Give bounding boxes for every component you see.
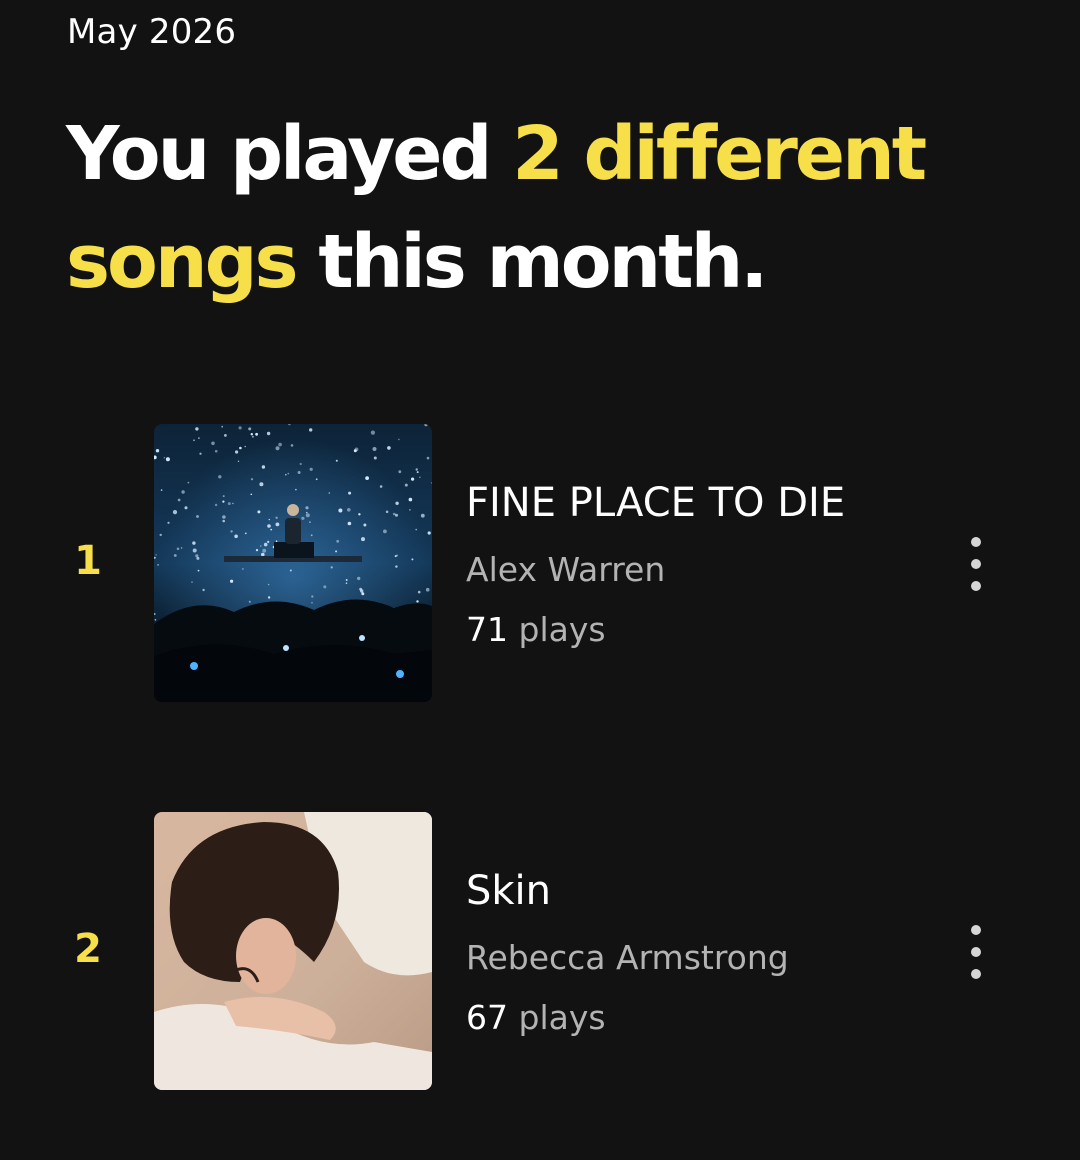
play-count-number: 71 — [466, 610, 508, 649]
more-vertical-icon[interactable] — [950, 528, 1002, 600]
play-count-unit: plays — [518, 610, 606, 649]
headline-part-2: this month. — [295, 219, 768, 305]
song-rank: 1 — [74, 538, 102, 584]
song-artist[interactable]: Alex Warren — [466, 550, 665, 589]
page-title: You played 2 different songs this month. — [66, 100, 1056, 316]
album-art[interactable] — [154, 424, 432, 702]
play-count: 71 plays — [466, 610, 606, 649]
play-count: 67 plays — [466, 998, 606, 1037]
play-count-number: 67 — [466, 998, 508, 1037]
song-artist[interactable]: Rebecca Armstrong — [466, 938, 789, 977]
album-art[interactable] — [154, 812, 432, 1090]
month-label: May 2026 — [67, 12, 237, 52]
song-rank: 2 — [74, 926, 102, 972]
song-title[interactable]: FINE PLACE TO DIE — [466, 480, 845, 526]
song-title[interactable]: Skin — [466, 868, 551, 914]
play-count-unit: plays — [518, 998, 606, 1037]
headline-part-1: You played — [66, 111, 513, 197]
song-row[interactable]: 1 FINE PLACE TO DIE Alex Warren 71 plays — [0, 424, 1080, 702]
more-vertical-icon[interactable] — [950, 916, 1002, 988]
song-row[interactable]: 2 Skin Rebecca Armstrong 67 plays — [0, 812, 1080, 1090]
